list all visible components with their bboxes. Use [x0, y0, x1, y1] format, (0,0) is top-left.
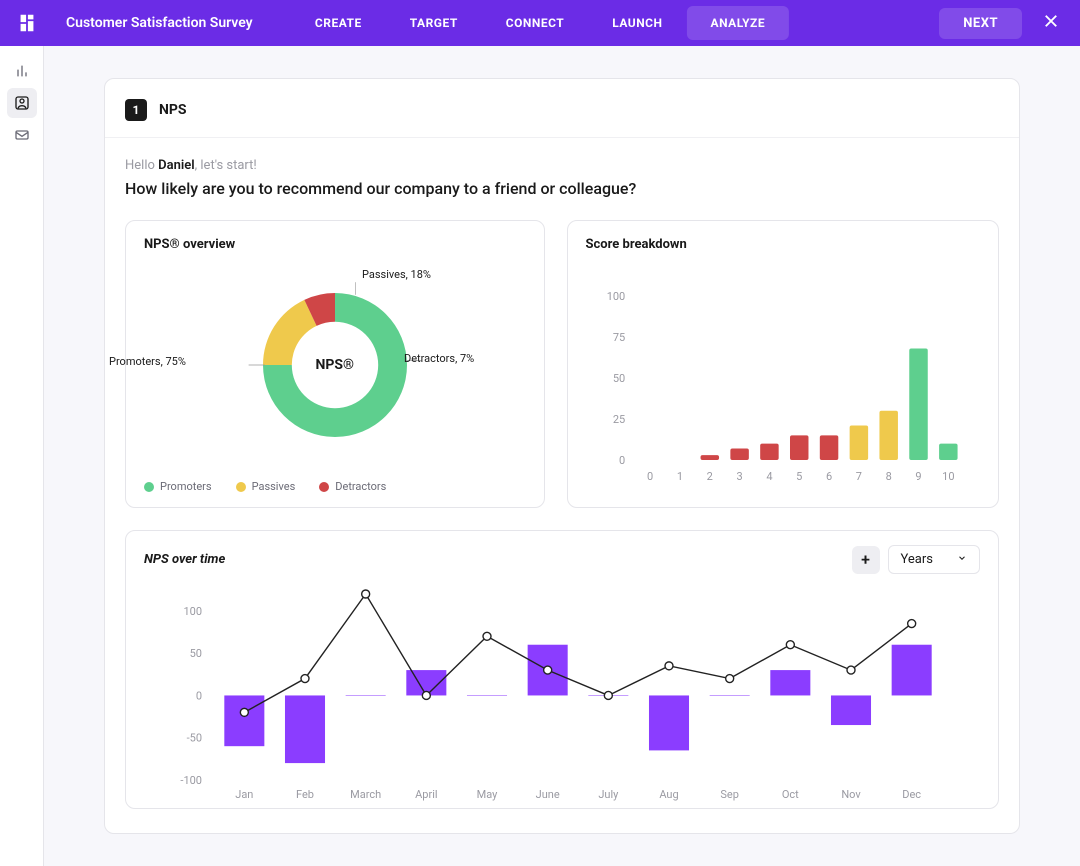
question-text: How likely are you to recommend our comp…: [125, 179, 999, 198]
survey-title: Customer Satisfaction Survey: [66, 15, 253, 31]
tab-connect[interactable]: CONNECT: [482, 6, 588, 40]
svg-text:Jan: Jan: [235, 788, 253, 801]
svg-text:6: 6: [825, 470, 831, 483]
svg-text:7: 7: [855, 470, 861, 483]
question-greeting: Hello Daniel, let's start!: [125, 158, 999, 173]
svg-text:-100: -100: [180, 774, 202, 787]
svg-text:0: 0: [647, 470, 653, 483]
svg-text:25: 25: [612, 413, 624, 426]
breakdown-panel: Score breakdown 0 25 50 75 100 0 1 2 3 4 5 6 7 8 9 10: [567, 220, 999, 508]
legend-passives: Passives: [236, 480, 296, 493]
svg-text:-50: -50: [187, 732, 202, 745]
question-type: NPS: [159, 102, 187, 118]
legend-detractors: Detractors: [319, 480, 386, 493]
svg-text:April: April: [415, 788, 437, 801]
next-button[interactable]: NEXT: [939, 8, 1022, 39]
overview-title: NPS® overview: [144, 237, 526, 252]
svg-text:100: 100: [606, 290, 625, 303]
svg-text:Feb: Feb: [296, 788, 314, 801]
svg-text:Dec: Dec: [902, 788, 921, 801]
sidebar-item-mail[interactable]: [7, 120, 37, 150]
svg-text:75: 75: [612, 331, 624, 344]
nav-tabs: CREATE TARGET CONNECT LAUNCH ANALYZE: [291, 6, 789, 40]
svg-text:May: May: [477, 788, 499, 801]
svg-text:Aug: Aug: [659, 788, 678, 801]
tab-create[interactable]: CREATE: [291, 6, 386, 40]
detractors-label: Detractors, 7%: [404, 352, 474, 365]
svg-text:9: 9: [915, 470, 921, 483]
promoters-label: Promoters, 75%: [109, 355, 186, 368]
breakdown-title: Score breakdown: [586, 237, 980, 252]
svg-text:50: 50: [190, 647, 202, 660]
svg-text:1: 1: [676, 470, 682, 483]
tab-analyze[interactable]: ANALYZE: [687, 6, 790, 40]
svg-text:2: 2: [706, 470, 712, 483]
svg-text:March: March: [350, 788, 381, 801]
svg-text:Oct: Oct: [782, 788, 799, 801]
svg-text:July: July: [598, 788, 619, 801]
svg-text:June: June: [536, 788, 560, 801]
question-number: 1: [125, 99, 147, 121]
svg-text:8: 8: [885, 470, 891, 483]
svg-text:Sep: Sep: [720, 788, 739, 801]
svg-text:0: 0: [619, 454, 625, 467]
svg-text:10: 10: [942, 470, 954, 483]
svg-text:Nov: Nov: [841, 788, 861, 801]
legend-promoters: Promoters: [144, 480, 212, 493]
period-dropdown[interactable]: Years: [888, 545, 980, 574]
tab-target[interactable]: TARGET: [386, 6, 482, 40]
donut-center-label: NPS®: [315, 357, 354, 373]
tab-launch[interactable]: LAUNCH: [588, 6, 686, 40]
passives-label: Passives, 18%: [362, 268, 431, 281]
svg-text:0: 0: [196, 689, 202, 702]
svg-text:5: 5: [796, 470, 802, 483]
svg-text:4: 4: [766, 470, 772, 483]
svg-text:100: 100: [183, 605, 202, 618]
close-button[interactable]: [1038, 8, 1064, 38]
overview-panel: NPS® overview NPS® Promoters, 75% Passiv…: [125, 220, 545, 508]
time-title: NPS over time: [144, 552, 852, 567]
add-button[interactable]: +: [852, 546, 880, 574]
sidebar-item-responses[interactable]: [7, 88, 37, 118]
svg-text:3: 3: [736, 470, 742, 483]
time-panel: NPS over time + Years -100 -50 0 50 100 Jan Fe…: [125, 530, 999, 809]
app-logo[interactable]: [16, 12, 38, 34]
chevron-down-icon: [957, 553, 967, 566]
svg-text:50: 50: [612, 372, 624, 385]
sidebar-item-charts[interactable]: [7, 56, 37, 86]
